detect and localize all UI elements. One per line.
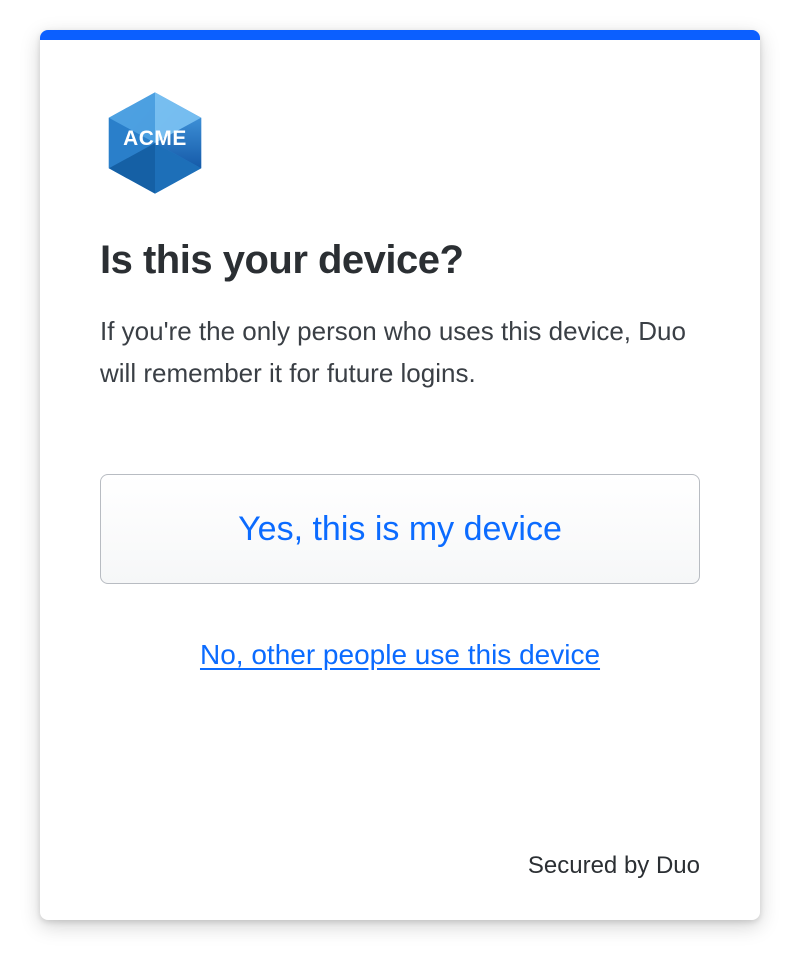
deny-link-wrap: No, other people use this device (100, 639, 700, 671)
secured-by-footer: Secured by Duo (528, 852, 700, 880)
dialog-heading: Is this your device? (100, 238, 700, 283)
accent-bar (40, 30, 760, 40)
dialog-card: ACME Is this your device? If you're the … (40, 30, 760, 920)
dialog-description: If you're the only person who uses this … (100, 311, 700, 394)
dialog-content: ACME Is this your device? If you're the … (40, 40, 760, 671)
hexagon-logo-icon: ACME (100, 88, 210, 198)
confirm-device-button[interactable]: Yes, this is my device (100, 474, 700, 584)
logo-text: ACME (123, 127, 187, 150)
acme-logo: ACME (100, 88, 210, 198)
deny-device-link[interactable]: No, other people use this device (200, 639, 600, 670)
